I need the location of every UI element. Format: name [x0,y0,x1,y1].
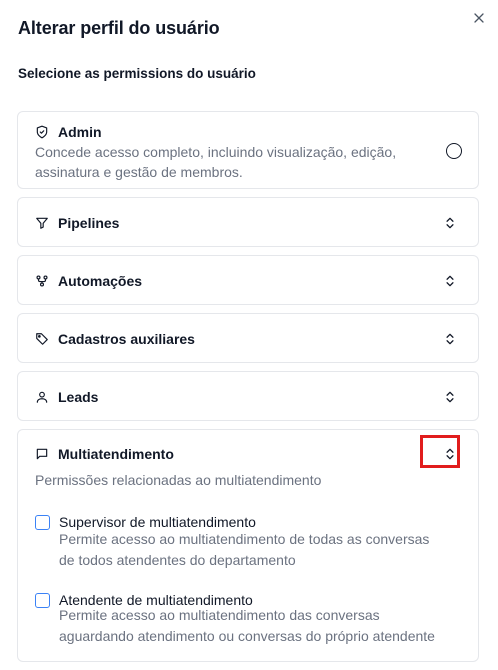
leads-header: Leads [35,387,98,407]
multiatendimento-title: Multiatendimento [58,446,174,462]
admin-title: Admin [58,124,102,140]
supervisor-title: Supervisor de multiatendimento [59,514,256,530]
atendente-description-line-1: Permite acesso ao multiatendimento das c… [59,607,380,623]
shield-icon [36,125,48,139]
cadastros-title: Cadastros auxiliares [58,331,195,347]
multiatendimento-card[interactable]: Multiatendimento Permissões relacionadas… [17,429,479,662]
leads-title: Leads [58,389,99,405]
leads-card[interactable]: Leads [17,371,479,421]
automacoes-header: Automações [35,271,142,291]
admin-description-line-1: Concede acesso completo, incluindo visua… [35,144,397,160]
dialog-title: Alterar perfil do usuário [18,18,220,38]
user-icon [36,391,48,403]
filter-icon [36,217,48,229]
chevrons-up-down-icon[interactable] [443,274,457,288]
pipelines-header: Pipelines [35,213,119,233]
chevrons-up-down-icon[interactable] [443,216,457,230]
supervisor-description-line-1: Permite acesso ao multiatendimento de to… [59,531,430,547]
admin-description-line-2: assinatura e gestão de membros. [35,164,243,180]
supervisor-description: Permite acesso ao multiatendimento de to… [59,529,469,571]
pipelines-card[interactable]: Pipelines [17,197,479,247]
admin-radio[interactable] [446,143,462,159]
workflow-icon [36,275,48,287]
chevrons-up-down-icon[interactable] [443,390,457,404]
chevrons-up-down-icon[interactable] [443,332,457,346]
multiatendimento-header: Multiatendimento [35,444,174,464]
cadastros-header: Cadastros auxiliares [35,329,195,349]
edit-user-profile-dialog: Alterar perfil do usuário Selecione as p… [0,0,498,670]
automacoes-card[interactable]: Automações [17,255,479,305]
atendente-checkbox[interactable] [35,593,50,608]
atendente-description: Permite acesso ao multiatendimento das c… [59,605,469,647]
atendente-description-line-2: aguardando atendimento ou conversas do p… [59,628,435,644]
supervisor-description-line-2: de todos atendentes do departamento [59,552,296,568]
tag-icon [36,333,48,345]
admin-description: Concede acesso completo, incluindo visua… [35,142,435,182]
supervisor-checkbox[interactable] [35,515,50,530]
highlight-box [420,435,460,468]
message-square-icon [36,448,48,460]
multiatendimento-description: Permissões relacionadas ao multiatendime… [35,472,322,488]
admin-card-header: Admin [35,122,102,142]
pipelines-title: Pipelines [58,215,120,231]
close-icon[interactable] [472,11,486,25]
permissions-subtitle: Selecione as permissions do usuário [18,66,256,81]
admin-card[interactable]: Admin Concede acesso completo, incluindo… [17,111,479,189]
cadastros-card[interactable]: Cadastros auxiliares [17,313,479,363]
automacoes-title: Automações [58,273,143,289]
